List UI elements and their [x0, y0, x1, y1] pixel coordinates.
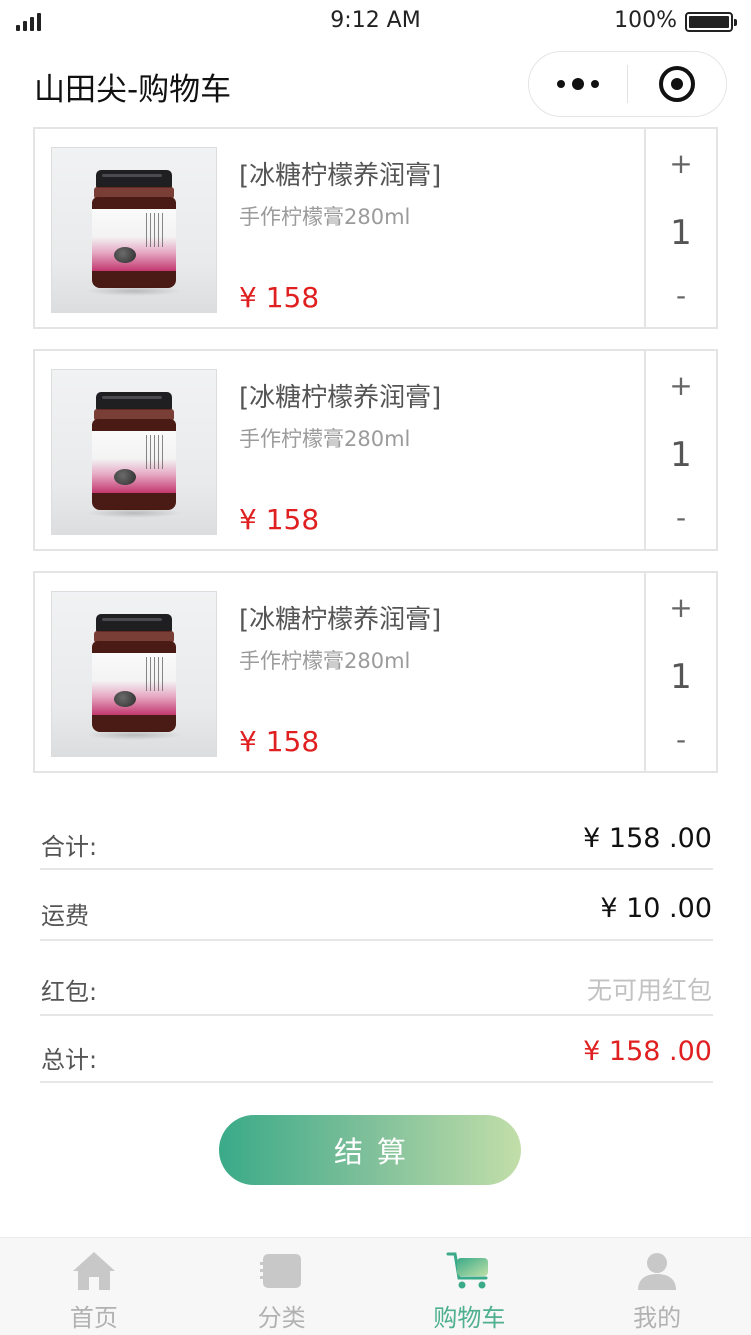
- increase-button[interactable]: +: [646, 147, 716, 180]
- subtotal-label: 合计:: [41, 833, 98, 861]
- coupon-label: 红包:: [41, 978, 98, 1006]
- decrease-button[interactable]: -: [646, 723, 716, 756]
- tab-profile[interactable]: 我的: [563, 1238, 751, 1335]
- tab-bar: 首页 分类 购物车 我的: [0, 1237, 751, 1335]
- quantity-value: 1: [670, 213, 692, 253]
- product-image[interactable]: [51, 147, 217, 313]
- subtotal-value: ¥ 158 .00: [583, 823, 712, 854]
- target-icon: [658, 66, 695, 102]
- user-icon: [638, 1253, 677, 1290]
- shipping-row: 运费 ¥ 10 .00: [40, 870, 713, 941]
- tab-category[interactable]: 分类: [188, 1238, 376, 1335]
- product-image[interactable]: [51, 369, 217, 535]
- tab-cart-label: 购物车: [433, 1304, 506, 1332]
- tab-category-label: 分类: [257, 1304, 306, 1332]
- total-label: 总计:: [41, 1046, 98, 1074]
- increase-button[interactable]: +: [646, 369, 716, 402]
- mini-program-capsule: [528, 51, 727, 117]
- cart-icon: [446, 1252, 489, 1289]
- product-spec: 手作柠檬膏280ml: [239, 427, 411, 451]
- total-row: 总计: ¥ 158 .00: [40, 1016, 713, 1083]
- decrease-button[interactable]: -: [646, 501, 716, 534]
- quantity-stepper: + 1 -: [644, 351, 716, 549]
- quantity-value: 1: [670, 657, 692, 697]
- quantity-value: 1: [670, 435, 692, 475]
- battery-percentage: 100%: [614, 8, 677, 33]
- shipping-value: ¥ 10 .00: [600, 893, 712, 924]
- shipping-label: 运费: [41, 902, 89, 930]
- quantity-stepper: + 1 -: [644, 573, 716, 771]
- coupon-row[interactable]: 红包: 无可用红包: [40, 941, 713, 1016]
- cart-item: [冰糖柠檬养润膏] 手作柠檬膏280ml ¥ 158 + 1 -: [33, 127, 718, 329]
- subtotal-row: 合计: ¥ 158 .00: [40, 805, 713, 870]
- decrease-button[interactable]: -: [646, 279, 716, 312]
- tab-home[interactable]: 首页: [0, 1238, 188, 1335]
- cart-item: [冰糖柠檬养润膏] 手作柠檬膏280ml ¥ 158 + 1 -: [33, 571, 718, 773]
- battery-icon: [685, 12, 737, 32]
- tab-home-label: 首页: [69, 1304, 118, 1332]
- more-dot-icon: [591, 80, 599, 88]
- more-button[interactable]: [529, 52, 627, 116]
- home-icon: [72, 1252, 115, 1290]
- product-price: ¥ 158: [239, 725, 320, 758]
- cart-item: [冰糖柠檬养润膏] 手作柠檬膏280ml ¥ 158 + 1 -: [33, 349, 718, 551]
- product-price: ¥ 158: [239, 281, 320, 314]
- more-dot-icon: [572, 78, 584, 90]
- category-icon: [259, 1254, 301, 1288]
- increase-button[interactable]: +: [646, 591, 716, 624]
- status-bar: 9:12 AM 100%: [0, 0, 751, 44]
- product-name[interactable]: [冰糖柠檬养润膏]: [239, 155, 441, 192]
- product-name[interactable]: [冰糖柠檬养润膏]: [239, 377, 441, 414]
- checkout-button[interactable]: 结算: [219, 1115, 521, 1185]
- more-dot-icon: [557, 80, 565, 88]
- page-title: 山田尖-购物车: [34, 72, 232, 108]
- product-price: ¥ 158: [239, 503, 320, 536]
- tab-cart[interactable]: 购物车: [376, 1238, 564, 1335]
- close-button[interactable]: [628, 52, 726, 116]
- product-image[interactable]: [51, 591, 217, 757]
- quantity-stepper: + 1 -: [644, 129, 716, 327]
- coupon-value: 无可用红包: [586, 976, 712, 1005]
- product-spec: 手作柠檬膏280ml: [239, 649, 411, 673]
- total-value: ¥ 158 .00: [583, 1036, 712, 1067]
- product-name[interactable]: [冰糖柠檬养润膏]: [239, 599, 441, 636]
- product-spec: 手作柠檬膏280ml: [239, 205, 411, 229]
- tab-profile-label: 我的: [633, 1304, 682, 1332]
